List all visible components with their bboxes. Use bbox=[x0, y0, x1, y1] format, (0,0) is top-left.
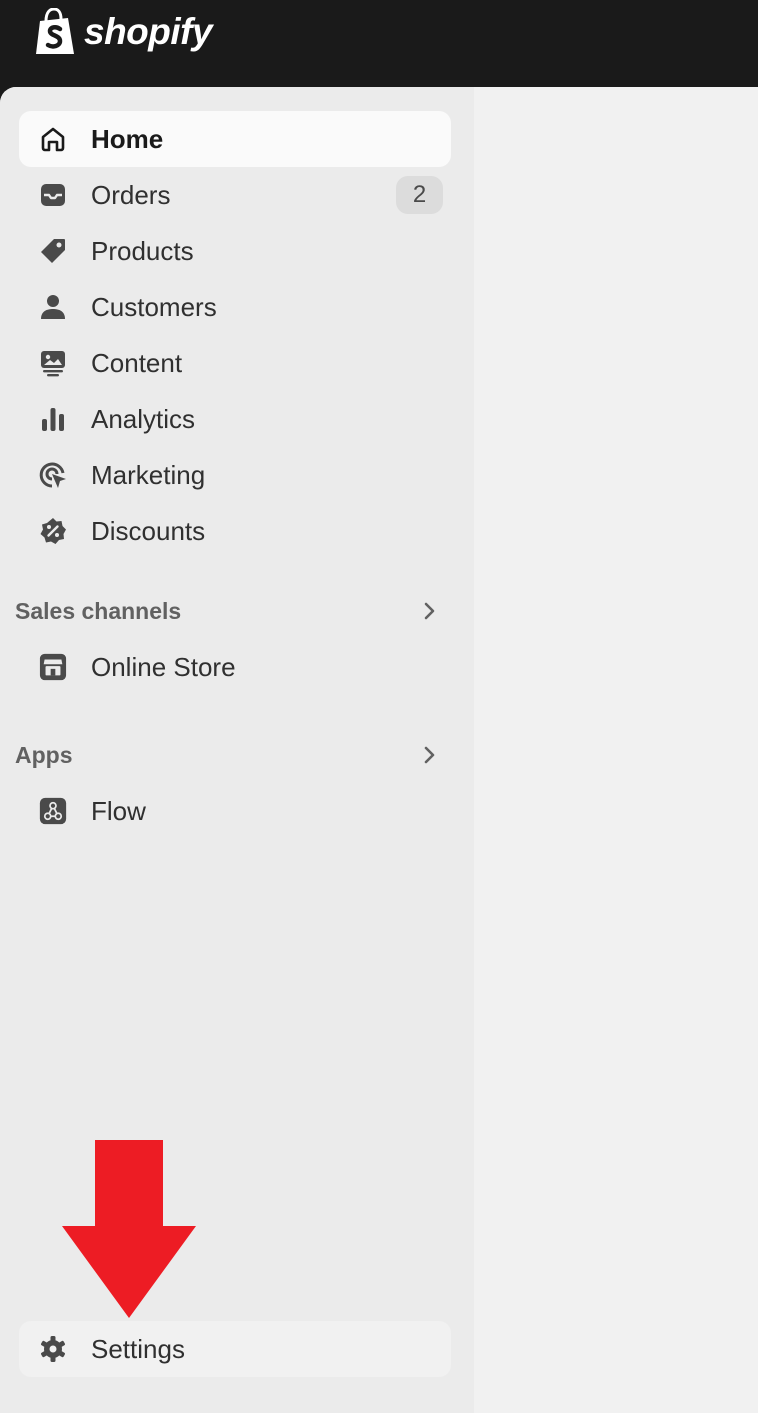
sidebar-item-orders[interactable]: Orders 2 bbox=[19, 167, 451, 223]
sidebar-item-label: Discounts bbox=[91, 516, 206, 546]
shopify-logo[interactable]: shopify bbox=[34, 6, 213, 58]
sidebar-item-label: Products bbox=[91, 236, 194, 266]
sidebar-item-online-store[interactable]: Online Store bbox=[19, 639, 451, 695]
brand-name: shopify bbox=[84, 11, 213, 52]
discount-icon bbox=[39, 517, 67, 545]
sidebar-item-label: Customers bbox=[91, 292, 217, 322]
sidebar-item-home[interactable]: Home bbox=[19, 111, 451, 167]
chevron-right-icon bbox=[424, 602, 435, 620]
sales-channels-header[interactable]: Sales channels bbox=[15, 591, 451, 631]
shopify-bag-icon bbox=[36, 8, 74, 54]
sidebar-item-label: Content bbox=[91, 348, 183, 378]
sidebar-item-marketing[interactable]: Marketing bbox=[19, 447, 451, 503]
person-icon bbox=[39, 293, 67, 321]
top-bar: shopify bbox=[0, 0, 758, 100]
sidebar-item-label: Home bbox=[91, 124, 164, 154]
apps-header[interactable]: Apps bbox=[15, 735, 451, 775]
bar-chart-icon bbox=[39, 405, 67, 433]
image-content-icon bbox=[39, 349, 67, 377]
sidebar-item-discounts[interactable]: Discounts bbox=[19, 503, 451, 559]
target-icon bbox=[39, 461, 67, 489]
sidebar-item-label: Analytics bbox=[91, 404, 196, 434]
flow-icon bbox=[39, 797, 67, 825]
apps-title: Apps bbox=[15, 742, 73, 768]
sidebar-item-content[interactable]: Content bbox=[19, 335, 451, 391]
arrow-down-annotation bbox=[62, 1140, 196, 1318]
orders-count-badge: 2 bbox=[396, 176, 443, 214]
inbox-icon bbox=[39, 181, 67, 209]
store-icon bbox=[39, 653, 67, 681]
sidebar-item-settings[interactable]: Settings bbox=[19, 1321, 451, 1377]
sidebar-item-label: Orders bbox=[91, 180, 171, 210]
sidebar-item-analytics[interactable]: Analytics bbox=[19, 391, 451, 447]
sidebar-item-label: Marketing bbox=[91, 460, 206, 490]
sidebar-item-flow[interactable]: Flow bbox=[19, 783, 451, 839]
sales-channels-title: Sales channels bbox=[15, 598, 182, 624]
sidebar-item-products[interactable]: Products bbox=[19, 223, 451, 279]
chevron-right-icon bbox=[424, 746, 435, 764]
gear-icon bbox=[39, 1335, 67, 1363]
home-icon bbox=[39, 125, 67, 153]
sidebar-item-label: Settings bbox=[91, 1334, 185, 1364]
tag-icon bbox=[39, 237, 67, 265]
sidebar-item-label: Online Store bbox=[91, 652, 236, 682]
sidebar-item-customers[interactable]: Customers bbox=[19, 279, 451, 335]
sidebar-item-label: Flow bbox=[91, 796, 146, 826]
